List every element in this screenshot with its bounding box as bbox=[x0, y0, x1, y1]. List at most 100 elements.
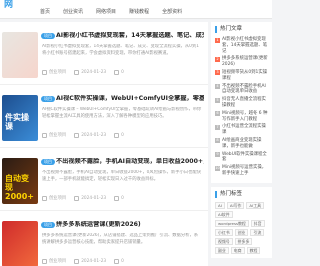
tag-chip[interactable]: 拼多多 bbox=[234, 237, 253, 245]
tag-cloud: AI AI写作 AI工具 AI软件 wordpress教程 抖音 小红书 创业 … bbox=[215, 201, 268, 254]
hot-article-title[interactable]: WebUI软件实操课程全套 bbox=[222, 152, 268, 164]
article-summary: AI影视小红书虚拟变现套，14天掌握选题、笔记、成交、变现全流程实操，从0到1将… bbox=[42, 44, 199, 56]
tag-chip[interactable]: 电商 bbox=[230, 246, 245, 254]
article-list: 项目 AI影视小红书虚拟变现套，14天掌握选题、笔记、成交… AI影视小红书虚拟… bbox=[0, 22, 208, 266]
article-views: 0 bbox=[121, 132, 124, 138]
article-card[interactable]: 件实操课 项目 AI视C软件实操课，WebUI+ComfyUI全掌握，零基础玩转… bbox=[0, 85, 208, 148]
nav-item-all-resources[interactable]: 全部资料 bbox=[162, 8, 182, 15]
top-navigation-bar: 网 首页 创业资讯 网络项目 赚钱教程 全部资料 bbox=[0, 0, 272, 19]
article-summary: AI视C软件实操课 – WebUI+ComfyUI全掌握，零基础玩转AI绘画与影… bbox=[42, 107, 202, 119]
eye-icon bbox=[114, 258, 120, 264]
tag-chip[interactable]: 抖音 bbox=[250, 219, 265, 227]
tag-chip[interactable]: 小红书 bbox=[215, 228, 233, 236]
user-icon bbox=[42, 132, 47, 138]
article-thumbnail[interactable]: 件实操课 bbox=[2, 95, 38, 141]
hot-article-item[interactable]: 2 拼多多系统运营课(更新2026) bbox=[215, 56, 268, 68]
tag-chip[interactable]: wordpress教程 bbox=[215, 219, 249, 227]
category-tag[interactable]: 项目 bbox=[41, 159, 55, 165]
article-author[interactable]: 创业项目 bbox=[49, 69, 66, 75]
tag-chip[interactable]: 引流 bbox=[250, 228, 265, 236]
hot-article-item[interactable]: 7 小红书运营全流程实操课 bbox=[215, 124, 268, 136]
tag-chip[interactable]: 副业 bbox=[215, 246, 229, 254]
hot-article-title[interactable]: 拼多多系统运营课(更新2026) bbox=[222, 56, 268, 68]
hot-tags-title: 热门标签 bbox=[215, 190, 268, 198]
article-thumbnail[interactable]: 自动变现 2000+ bbox=[2, 158, 38, 204]
article-meta: 创业项目 2024-01-23 0 bbox=[42, 195, 124, 201]
main-nav: 首页 创业资讯 网络项目 赚钱教程 全部资料 bbox=[40, 8, 182, 15]
rank-badge: 4 bbox=[215, 84, 220, 90]
calendar-icon bbox=[74, 69, 80, 75]
rank-badge: 8 bbox=[215, 138, 220, 144]
hot-articles-list: 1 AI影视小红书虚拟变现套，14天掌握选题、笔记 2 拼多多系统运营课(更新202… bbox=[215, 37, 268, 177]
article-title[interactable]: 不出视频不露脸，手机AI自动变现，单日收益2000+，0风… bbox=[56, 158, 204, 166]
hot-article-title[interactable]: Mini视频号运营实操，新手快速上手 bbox=[222, 165, 268, 177]
tag-chip[interactable]: AI软件 bbox=[215, 210, 233, 218]
rank-badge: 2 bbox=[215, 56, 220, 62]
rank-badge: 9 bbox=[215, 152, 220, 158]
hot-articles-title: 热门文章 bbox=[215, 26, 268, 33]
hot-article-title[interactable]: 抖音无人直播全流程实操教程 bbox=[222, 97, 268, 109]
calendar-icon bbox=[74, 132, 80, 138]
article-card[interactable]: 自动变现 2000+ 项目 不出视频不露脸，手机AI自动变现，单日收益2000+… bbox=[0, 148, 208, 211]
category-tag[interactable]: 项目 bbox=[41, 33, 55, 39]
thumbnail-caption: 件实操课 bbox=[5, 113, 29, 131]
tag-chip[interactable]: 创业 bbox=[234, 228, 249, 236]
rank-badge: 10 bbox=[215, 165, 220, 171]
hot-article-title[interactable]: AI影视小红书虚拟变现套，14天掌握选题、笔记 bbox=[222, 37, 268, 54]
hot-article-item[interactable]: 1 AI影视小红书虚拟变现套，14天掌握选题、笔记 bbox=[215, 37, 268, 54]
rank-badge: 1 bbox=[215, 37, 220, 43]
nav-item-home[interactable]: 首页 bbox=[40, 8, 50, 15]
article-meta: 创业项目 2024-01-23 0 bbox=[42, 258, 124, 264]
tag-chip[interactable]: AI写作 bbox=[226, 201, 245, 209]
article-title[interactable]: 拼多多系统运营课(更新2026) bbox=[56, 221, 204, 229]
article-title[interactable]: AI视C软件实操课，WebUI+ComfyUI全掌握，零基础玩转… bbox=[56, 95, 204, 103]
hot-article-item[interactable]: 10 Mini视频号运营实操，新手快速上手 bbox=[215, 165, 268, 177]
nav-item-online-projects[interactable]: 网络项目 bbox=[96, 8, 116, 15]
article-thumbnail[interactable] bbox=[2, 221, 38, 266]
nav-item-money-tutorials[interactable]: 赚钱教程 bbox=[129, 8, 149, 15]
nav-item-startup-news[interactable]: 创业资讯 bbox=[63, 8, 83, 15]
rank-badge: 6 bbox=[215, 111, 220, 117]
article-views: 0 bbox=[121, 258, 124, 264]
hot-article-item[interactable]: 4 不出视频不露脸手机AI自动变现单日收益 bbox=[215, 84, 268, 96]
eye-icon bbox=[114, 195, 120, 201]
eye-icon bbox=[114, 69, 120, 75]
hot-article-item[interactable]: 6 Mini视频号，越冬 6 种写作新手入门教程 bbox=[215, 111, 268, 123]
rank-badge: 5 bbox=[215, 97, 220, 103]
tag-chip[interactable]: 视频号 bbox=[215, 237, 233, 245]
category-tag[interactable]: 项目 bbox=[41, 96, 55, 102]
eye-icon bbox=[114, 132, 120, 138]
calendar-icon bbox=[74, 258, 80, 264]
article-card[interactable]: 项目 拼多多系统运营课(更新2026) 拼多多系统运营课(更新2026)，从店铺… bbox=[0, 211, 208, 266]
hot-article-item[interactable]: 9 WebUI软件实操课程全套 bbox=[215, 152, 268, 164]
article-thumbnail[interactable] bbox=[2, 32, 38, 78]
article-author[interactable]: 创业项目 bbox=[49, 132, 66, 138]
article-summary: 拼多多系统运营课(更新2026)，从店铺搭建、选品上架到推广引流、数据分析，系统… bbox=[42, 233, 199, 245]
tag-chip[interactable]: 教程 bbox=[246, 246, 261, 254]
hot-article-item[interactable]: 5 抖音无人直播全流程实操教程 bbox=[215, 97, 268, 109]
hot-article-title[interactable]: AI绘画商业变现实操课，新手也能做 bbox=[222, 138, 268, 150]
article-title[interactable]: AI影视小红书虚拟变现套，14天掌握选题、笔记、成交… bbox=[56, 32, 204, 40]
hot-article-title[interactable]: 不出视频不露脸手机AI自动变现单日收益 bbox=[222, 84, 268, 96]
hot-article-title[interactable]: 短视频带货从0到1实操课程 bbox=[222, 70, 268, 82]
hot-tags-panel: 热门标签 AI AI写作 AI工具 AI软件 wordpress教程 抖音 小红… bbox=[211, 186, 272, 258]
tag-chip[interactable]: AI工具 bbox=[246, 201, 264, 209]
hot-article-title[interactable]: 小红书运营全流程实操课 bbox=[222, 124, 268, 136]
category-tag[interactable]: 项目 bbox=[41, 222, 55, 228]
user-icon bbox=[42, 258, 47, 264]
article-author[interactable]: 创业项目 bbox=[49, 195, 66, 201]
hot-article-item[interactable]: 3 短视频带货从0到1实操课程 bbox=[215, 70, 268, 82]
article-views: 0 bbox=[121, 195, 124, 201]
article-date: 2024-01-23 bbox=[81, 258, 107, 264]
hot-article-item[interactable]: 8 AI绘画商业变现实操课，新手也能做 bbox=[215, 138, 268, 150]
site-logo[interactable]: 网 bbox=[4, 0, 13, 10]
article-date: 2024-01-23 bbox=[81, 69, 107, 75]
hot-article-title[interactable]: Mini视频号，越冬 6 种写作新手入门教程 bbox=[222, 111, 268, 123]
rank-badge: 7 bbox=[215, 124, 220, 130]
article-views: 0 bbox=[121, 69, 124, 75]
article-card[interactable]: 项目 AI影视小红书虚拟变现套，14天掌握选题、笔记、成交… AI影视小红书虚拟… bbox=[0, 22, 208, 85]
tag-chip[interactable]: AI bbox=[215, 201, 225, 209]
user-icon bbox=[42, 69, 47, 75]
rank-badge: 3 bbox=[215, 70, 220, 76]
article-author[interactable]: 创业项目 bbox=[49, 258, 66, 264]
